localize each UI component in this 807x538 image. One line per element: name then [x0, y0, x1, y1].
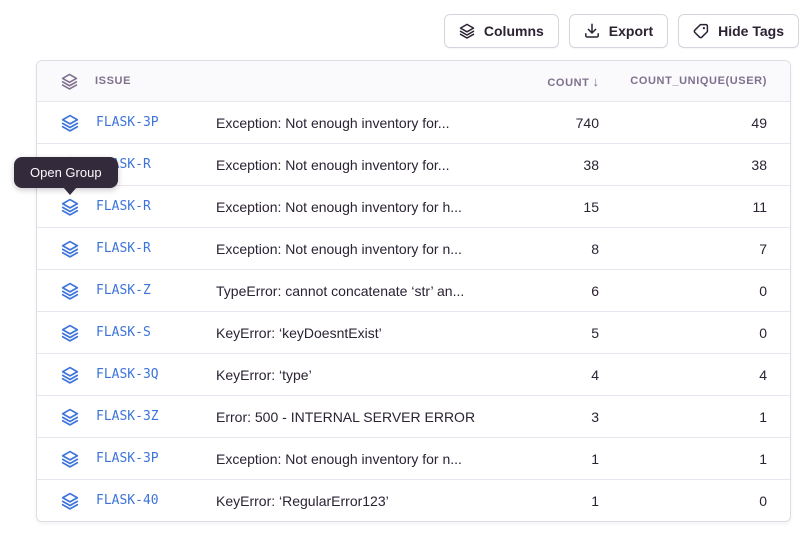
table-row[interactable]: FLASK-3Z Error: 500 - INTERNAL SERVER ER… [37, 395, 790, 437]
count-unique-cell: 0 [599, 283, 790, 299]
count-cell: 15 [489, 199, 599, 215]
hide-tags-button[interactable]: Hide Tags [678, 14, 799, 48]
issue-cell: FLASK-R [37, 198, 216, 216]
hide-tags-button-label: Hide Tags [718, 23, 784, 39]
columns-button-label: Columns [484, 23, 544, 39]
table-header-row: ISSUE COUNT↓ COUNT_UNIQUE(USER) [37, 61, 790, 101]
count-cell: 740 [489, 115, 599, 131]
tooltip-label: Open Group [30, 165, 102, 180]
open-group-icon[interactable] [61, 114, 79, 132]
open-group-icon[interactable] [61, 198, 79, 216]
issue-cell: FLASK-3P [37, 450, 216, 468]
issue-cell: FLASK-S [37, 324, 216, 342]
export-button-label: Export [609, 23, 653, 39]
stack-icon [61, 73, 78, 90]
count-cell: 38 [489, 157, 599, 173]
issue-link[interactable]: FLASK-3Q [96, 367, 159, 382]
count-unique-cell: 11 [599, 199, 790, 215]
count-unique-cell: 1 [599, 451, 790, 467]
issue-title: Exception: Not enough inventory for... [216, 157, 489, 173]
issue-cell: FLASK-R [37, 240, 216, 258]
open-group-icon[interactable] [61, 492, 79, 510]
issue-title: Exception: Not enough inventory for h... [216, 199, 489, 215]
columns-button[interactable]: Columns [444, 14, 559, 48]
count-unique-cell: 0 [599, 325, 790, 341]
table-row[interactable]: FLASK-S KeyError: ‘keyDoesntExist’ 5 0 [37, 311, 790, 353]
header-count-unique-label: COUNT_UNIQUE(USER) [630, 75, 767, 87]
table-row[interactable]: FLASK-3Q KeyError: ‘type’ 4 4 [37, 353, 790, 395]
issue-title: TypeError: cannot concatenate ‘str’ an..… [216, 283, 489, 299]
open-group-icon[interactable] [61, 450, 79, 468]
table-row[interactable]: FLASK-40 KeyError: ‘RegularError123’ 1 0 [37, 479, 790, 521]
count-unique-cell: 0 [599, 493, 790, 509]
count-cell: 6 [489, 283, 599, 299]
count-unique-cell: 38 [599, 157, 790, 173]
count-unique-cell: 4 [599, 367, 790, 383]
count-cell: 5 [489, 325, 599, 341]
open-group-icon[interactable] [61, 240, 79, 258]
issue-link[interactable]: FLASK-3P [96, 451, 159, 466]
tag-icon [693, 23, 709, 39]
issue-link[interactable]: FLASK-3Z [96, 409, 159, 424]
issue-title: Error: 500 - INTERNAL SERVER ERROR [216, 409, 489, 425]
table-row[interactable]: FLASK-Z TypeError: cannot concatenate ‘s… [37, 269, 790, 311]
issue-link[interactable]: FLASK-3P [96, 115, 159, 130]
open-group-icon[interactable] [61, 282, 79, 300]
issue-link[interactable]: FLASK-S [96, 325, 151, 340]
issue-link[interactable]: FLASK-R [96, 199, 151, 214]
open-group-icon[interactable] [61, 408, 79, 426]
header-issue[interactable]: ISSUE [37, 73, 216, 90]
header-issue-label: ISSUE [95, 75, 131, 87]
issue-cell: FLASK-3Q [37, 366, 216, 384]
table-row[interactable]: FLASK-R Exception: Not enough inventory … [37, 185, 790, 227]
issue-title: KeyError: ‘RegularError123’ [216, 493, 489, 509]
header-count-label: COUNT [547, 77, 589, 89]
issue-cell: FLASK-Z [37, 282, 216, 300]
issue-cell: FLASK-40 [37, 492, 216, 510]
header-count[interactable]: COUNT↓ [489, 74, 599, 89]
count-cell: 1 [489, 451, 599, 467]
table-row[interactable]: FLASK-R Exception: Not enough inventory … [37, 227, 790, 269]
issue-link[interactable]: FLASK-Z [96, 283, 151, 298]
header-count-unique[interactable]: COUNT_UNIQUE(USER) [599, 75, 790, 87]
toolbar: Columns Export Hide Tags [444, 14, 799, 48]
count-unique-cell: 1 [599, 409, 790, 425]
issue-link[interactable]: FLASK-R [96, 241, 151, 256]
issue-title: Exception: Not enough inventory for n... [216, 451, 489, 467]
count-cell: 8 [489, 241, 599, 257]
table-row[interactable]: FLASK-3P Exception: Not enough inventory… [37, 101, 790, 143]
download-icon [584, 23, 600, 39]
open-group-tooltip: Open Group [14, 157, 118, 188]
issue-title: KeyError: ‘keyDoesntExist’ [216, 325, 489, 341]
count-cell: 4 [489, 367, 599, 383]
issue-title: KeyError: ‘type’ [216, 367, 489, 383]
results-table: ISSUE COUNT↓ COUNT_UNIQUE(USER) FLASK-3P… [36, 60, 791, 522]
export-button[interactable]: Export [569, 14, 668, 48]
issue-link[interactable]: FLASK-40 [96, 493, 159, 508]
table-row[interactable]: FLASK-R Exception: Not enough inventory … [37, 143, 790, 185]
count-cell: 3 [489, 409, 599, 425]
count-cell: 1 [489, 493, 599, 509]
issue-cell: FLASK-3P [37, 114, 216, 132]
issue-title: Exception: Not enough inventory for... [216, 115, 489, 131]
count-unique-cell: 49 [599, 115, 790, 131]
count-unique-cell: 7 [599, 241, 790, 257]
issue-title: Exception: Not enough inventory for n... [216, 241, 489, 257]
open-group-icon[interactable] [61, 366, 79, 384]
stack-icon [459, 23, 475, 39]
issue-cell: FLASK-3Z [37, 408, 216, 426]
table-row[interactable]: FLASK-3P Exception: Not enough inventory… [37, 437, 790, 479]
open-group-icon[interactable] [61, 324, 79, 342]
